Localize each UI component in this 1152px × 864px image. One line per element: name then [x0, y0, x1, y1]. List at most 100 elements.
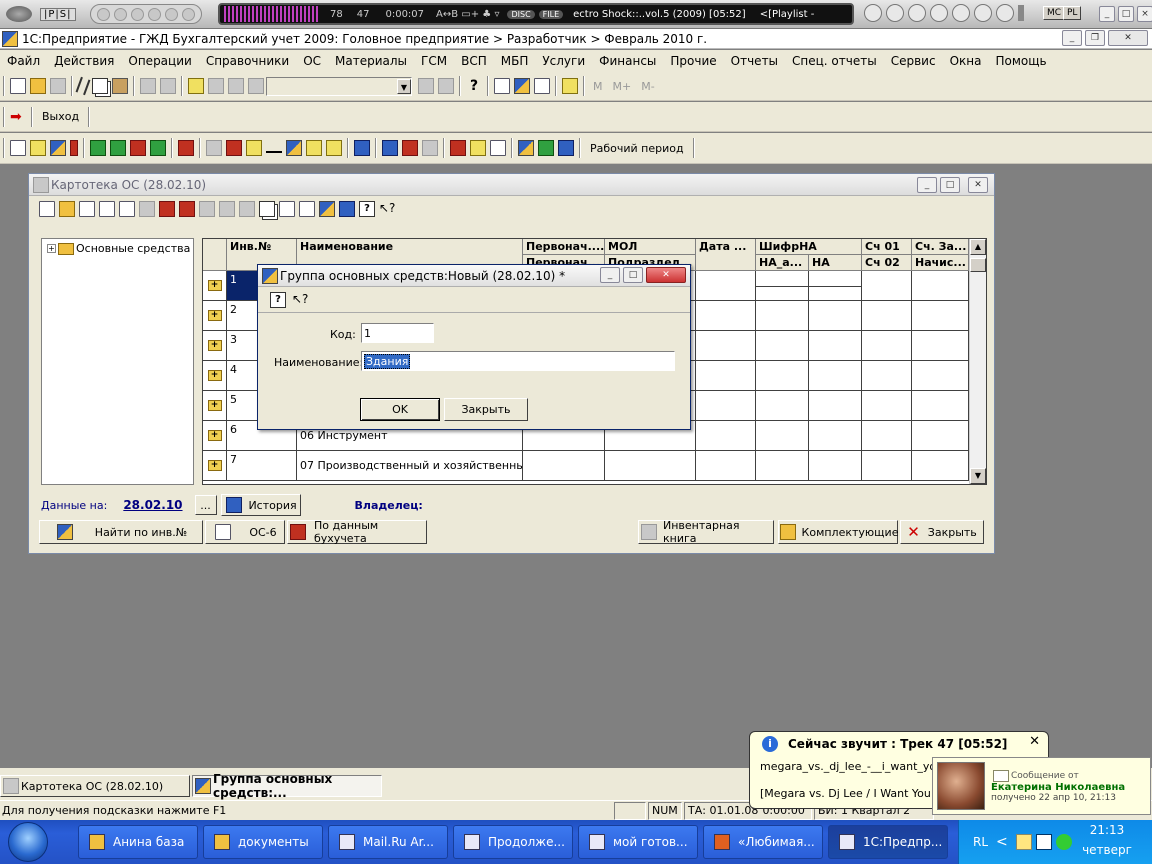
print-preview-icon[interactable]	[160, 78, 176, 94]
cell-empty[interactable]	[809, 361, 862, 391]
col-date[interactable]: Дата ...	[696, 239, 756, 271]
group-folder-icon[interactable]: +	[203, 301, 227, 331]
truck-icon[interactable]	[450, 140, 466, 156]
menu-gsm[interactable]: ГСМ	[414, 50, 454, 72]
close-icon[interactable]: ×	[1137, 6, 1152, 22]
grid-scrollbar[interactable]: ▲ ▼	[969, 239, 986, 484]
group-folder-icon[interactable]: +	[203, 331, 227, 361]
history-button[interactable]: История	[220, 494, 301, 516]
kartoteka-minimize-icon[interactable]: _	[917, 177, 937, 193]
cell-empty[interactable]	[809, 451, 862, 481]
toe-icon[interactable]	[422, 140, 438, 156]
dialog-help-icon[interactable]: ?	[270, 291, 286, 308]
memory-plus-button[interactable]: M+	[613, 80, 632, 93]
tree-expand-icon[interactable]: +	[47, 244, 56, 253]
new-document-icon[interactable]	[10, 78, 26, 94]
help-question-icon[interactable]: ?	[466, 78, 482, 94]
language-indicator[interactable]: RL	[973, 835, 988, 849]
menu-materials[interactable]: Материалы	[328, 50, 414, 72]
exit-arrow-icon[interactable]: ➡	[10, 109, 26, 125]
date-select-button[interactable]: ...	[194, 495, 217, 515]
cell-empty[interactable]	[912, 391, 969, 421]
help-icon[interactable]: ?	[359, 201, 375, 217]
volume-icon[interactable]	[1018, 5, 1024, 21]
window-icon[interactable]	[382, 140, 398, 156]
clock-time[interactable]: 21:13	[1067, 823, 1147, 837]
cell-empty[interactable]	[523, 451, 605, 481]
taskbar-item[interactable]: Анина база	[78, 825, 198, 859]
checklist-icon[interactable]	[354, 140, 370, 156]
cell-empty[interactable]	[696, 361, 756, 391]
col-acc02[interactable]: Сч 02	[862, 255, 912, 271]
menu-reports[interactable]: Отчеты	[724, 50, 785, 72]
random-icon[interactable]	[130, 7, 144, 21]
cell-empty[interactable]	[912, 301, 969, 331]
pl-button[interactable]: PL	[1063, 6, 1082, 20]
save-icon[interactable]	[50, 78, 66, 94]
copy-icon[interactable]	[259, 201, 275, 217]
copy-icon[interactable]	[92, 78, 108, 94]
history-icon[interactable]	[299, 201, 315, 217]
money-icon[interactable]	[90, 140, 106, 156]
popup-close-icon[interactable]: ✕	[1029, 734, 1040, 749]
print-list-icon[interactable]	[339, 201, 355, 217]
crossfade-icon[interactable]	[164, 7, 178, 21]
mode-toggles[interactable]: A↔B ▭+ ♣ ▿	[436, 9, 499, 20]
barcode-icon[interactable]	[470, 140, 486, 156]
find-icon[interactable]	[248, 78, 264, 94]
group-folder-icon[interactable]: +	[203, 391, 227, 421]
n-icon[interactable]	[206, 140, 222, 156]
col-acc01[interactable]: Сч 01	[862, 239, 912, 255]
menu-file[interactable]: Файл	[0, 50, 47, 72]
dash-icon[interactable]	[266, 144, 282, 153]
col-acc-cost[interactable]: Сч. За...	[912, 239, 969, 255]
menu-references[interactable]: Справочники	[199, 50, 296, 72]
app-close-icon[interactable]: ✕	[1108, 30, 1148, 46]
taskbar-item[interactable]: Продолже...	[453, 825, 573, 859]
dialog-close-button[interactable]: Закрыть	[444, 398, 528, 421]
memory-minus-button[interactable]: M-	[641, 80, 654, 93]
memory-button[interactable]: M	[593, 80, 603, 93]
equalizer-icon[interactable]	[96, 7, 110, 21]
cell-empty[interactable]	[605, 451, 696, 481]
minimize-icon[interactable]: _	[1099, 6, 1115, 22]
kartoteka-maximize-icon[interactable]: □	[940, 177, 960, 193]
exit-button[interactable]: Выход	[36, 110, 85, 123]
col-accrual[interactable]: Начис...	[912, 255, 969, 271]
group-folder-icon[interactable]: +	[203, 451, 227, 481]
paint-icon[interactable]	[538, 140, 554, 156]
search-next-icon[interactable]	[418, 78, 434, 94]
speaker-icon[interactable]	[181, 7, 195, 21]
journal-icon[interactable]	[10, 140, 26, 156]
scroll-thumb[interactable]	[970, 258, 986, 272]
menu-mbp[interactable]: МБП	[494, 50, 536, 72]
stop-icon[interactable]	[886, 4, 904, 22]
taskbar-item[interactable]: 1С:Предпр...	[828, 825, 948, 859]
tab-kartoteka[interactable]: Картотека ОС (28.02.10)	[0, 775, 190, 797]
tree-view-icon[interactable]	[319, 201, 335, 217]
kartoteka-close-icon[interactable]: ✕	[968, 177, 988, 193]
data-on-date[interactable]: 28.02.10	[123, 498, 182, 512]
cell-empty[interactable]	[912, 361, 969, 391]
playlist-label[interactable]: <[Playlist -	[760, 9, 815, 20]
undo-icon[interactable]	[208, 78, 224, 94]
open-folder-icon[interactable]	[30, 78, 46, 94]
delete-row-icon[interactable]	[119, 201, 135, 217]
cut-icon[interactable]	[75, 76, 91, 96]
cell-empty[interactable]	[756, 331, 809, 361]
filter-off-icon[interactable]	[219, 201, 235, 217]
table-row[interactable]: +707 Производственный и хозяйственный ин	[203, 451, 969, 481]
name-input[interactable]: Здания	[361, 351, 675, 371]
record-icon[interactable]	[996, 4, 1014, 22]
menu-services[interactable]: Услуги	[535, 50, 592, 72]
dialog-minimize-icon[interactable]: _	[600, 267, 620, 283]
hierarchy-icon[interactable]	[179, 201, 195, 217]
message-sender[interactable]: Екатерина Николаевна	[991, 782, 1125, 793]
currency-icon[interactable]	[150, 140, 166, 156]
cell-empty[interactable]	[809, 331, 862, 361]
app-restore-icon[interactable]: ❐	[1085, 30, 1105, 46]
cell-empty[interactable]	[696, 301, 756, 331]
cell-empty[interactable]	[862, 331, 912, 361]
menu-vsp[interactable]: ВСП	[454, 50, 494, 72]
mark-delete-icon[interactable]	[139, 201, 155, 217]
